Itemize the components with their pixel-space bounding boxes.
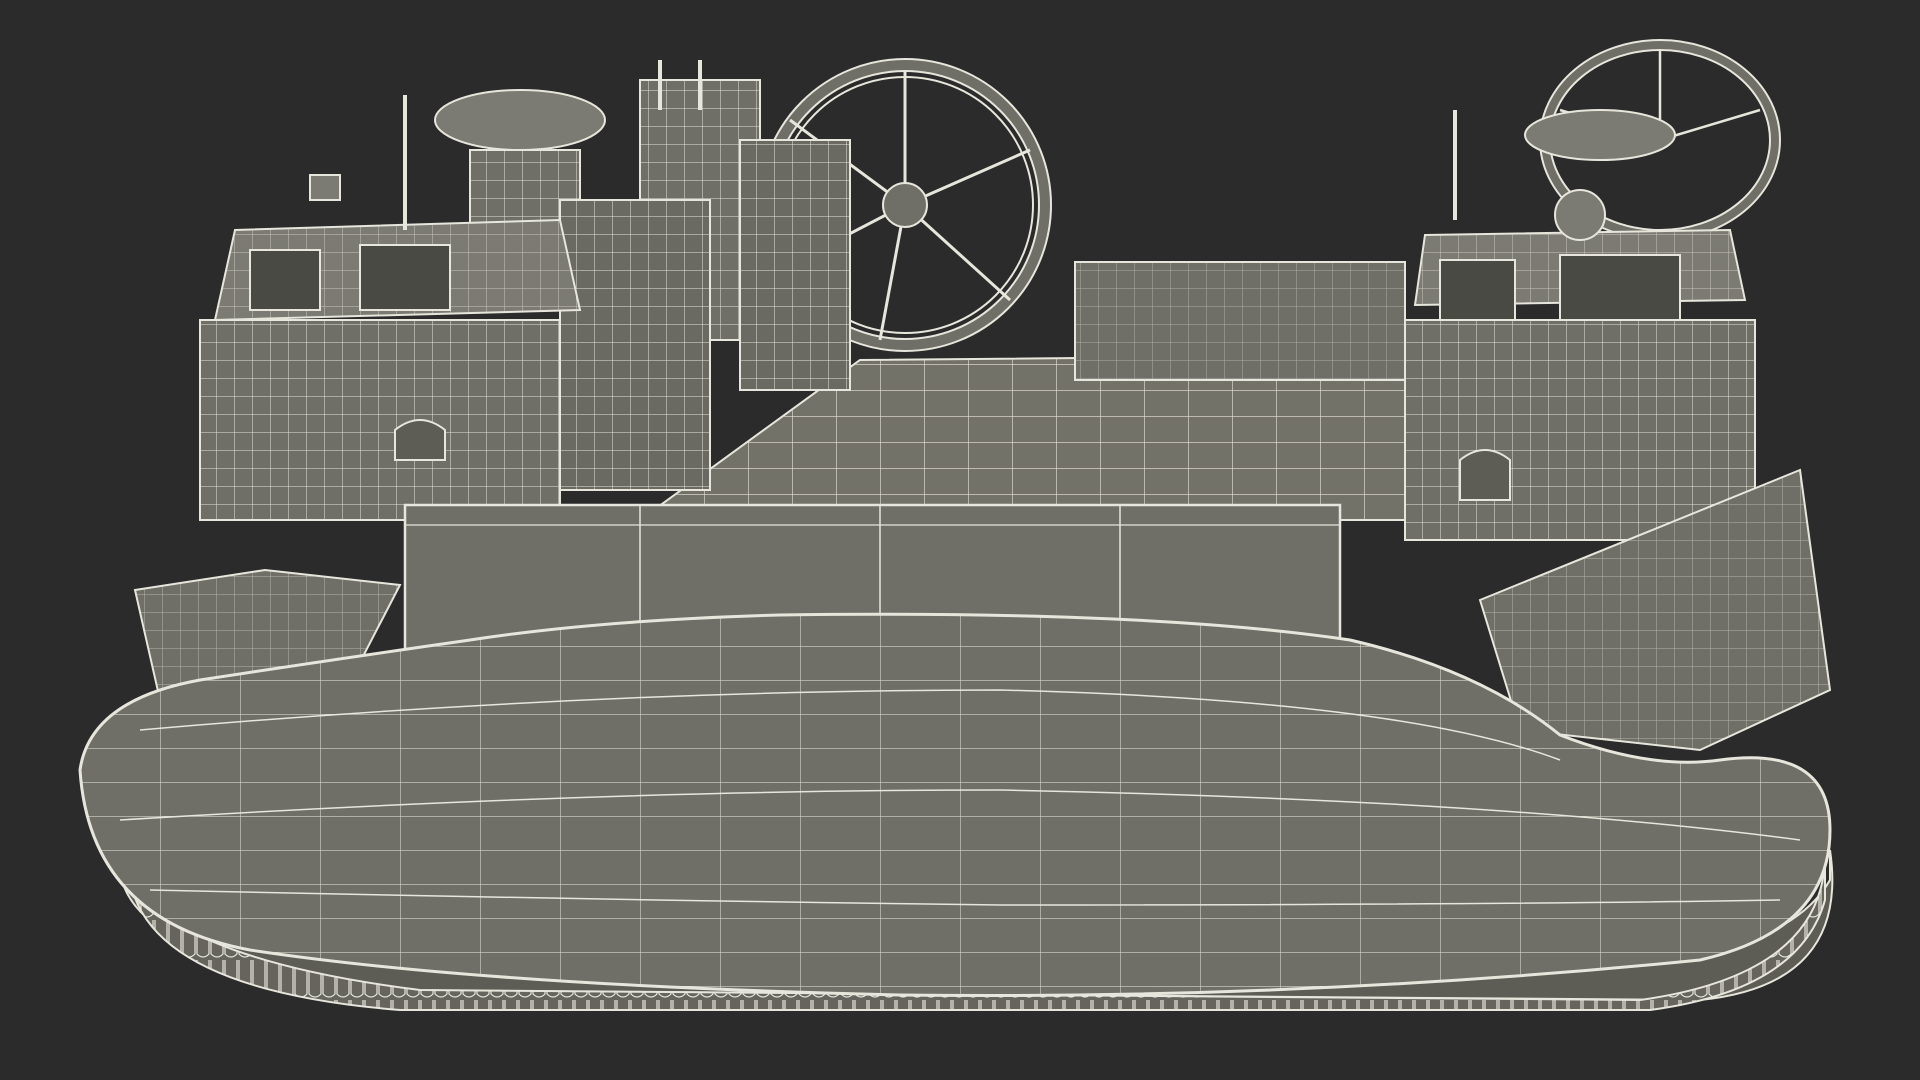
cabin-window [359, 244, 451, 311]
right-control-cabin [1404, 109, 1756, 541]
cabin-window [1439, 259, 1516, 326]
cabin-window [1559, 254, 1681, 326]
hatch-door [394, 419, 446, 461]
cabin-window [249, 249, 321, 311]
render-viewport [0, 0, 1920, 1080]
hovercraft-wireframe-render [78, 39, 1834, 1011]
hatch-door [1459, 449, 1511, 501]
